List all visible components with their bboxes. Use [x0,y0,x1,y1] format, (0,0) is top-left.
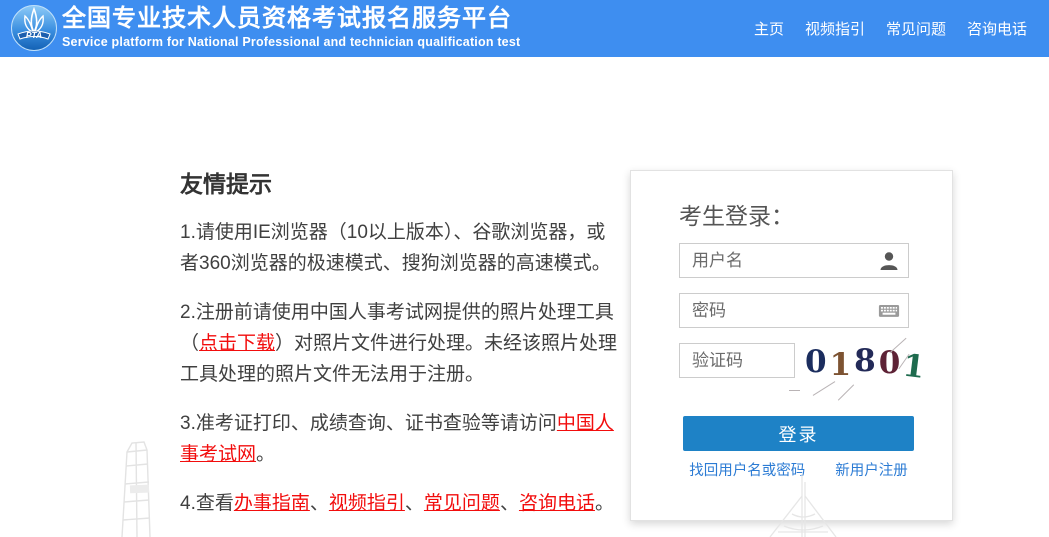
pta-logo-icon: PTA [10,4,58,52]
captcha-input[interactable] [679,343,795,378]
login-panel: 考生登录： 01801 [630,170,953,521]
nav-hotline[interactable]: 咨询电话 [967,18,1027,39]
building-watermark-icon [114,438,174,537]
tips-heading: 友情提示 [180,165,618,199]
page-title: 全国专业技术人员资格考试报名服务平台 [62,5,520,33]
username-field-row [679,243,909,278]
new-user-register-link[interactable]: 新用户注册 [835,459,908,480]
user-icon [878,250,900,271]
tip1-text: 1.请使用IE浏览器（10以上版本）、谷歌浏览器，或者360浏览器的极速模式、搜… [180,222,611,274]
forgot-credentials-link[interactable]: 找回用户名或密码 [689,459,805,480]
captcha-image[interactable]: 01801 [803,341,909,387]
video-guide-link[interactable]: 视频指引 [329,493,405,514]
friendly-tips-section: 友情提示 1.请使用IE浏览器（10以上版本）、谷歌浏览器，或者360浏览器的极… [180,165,618,537]
tip4-text-pre: 4.查看 [180,493,234,514]
keyboard-icon [878,300,900,321]
tip4-text-post: 。 [595,493,614,514]
tip-item-1: 1.请使用IE浏览器（10以上版本）、谷歌浏览器，或者360浏览器的极速模式、搜… [180,217,618,279]
page-subtitle: Service platform for National Profession… [62,35,520,49]
captcha-field-row [679,343,795,378]
tip-item-3: 3.准考证打印、成绩查询、证书查验等请访问中国人事考试网。 [180,408,618,470]
tip-item-2: 2.注册前请使用中国人事考试网提供的照片处理工具（点击下载）对照片文件进行处理。… [180,297,618,390]
download-photo-tool-link[interactable]: 点击下载 [199,333,275,354]
username-input[interactable] [679,243,909,278]
svg-text:PTA: PTA [26,30,42,40]
password-field-row [679,293,909,328]
nav-video-guide[interactable]: 视频指引 [805,18,865,39]
tip4-sep: 、 [310,493,329,514]
password-input[interactable] [679,293,909,328]
captcha-noise-line [838,384,854,400]
app-header: PTA 全国专业技术人员资格考试报名服务平台 Service platform … [0,0,1049,57]
nav-home[interactable]: 主页 [754,18,784,39]
main-nav: 主页 视频指引 常见问题 咨询电话 [754,0,1027,57]
captcha-digits: 01801 [805,342,928,382]
login-helper-links: 找回用户名或密码 新用户注册 [683,459,914,480]
tip4-sep: 、 [500,493,519,514]
tip3-text-post: 。 [256,444,275,465]
tip3-text-pre: 3.准考证打印、成绩查询、证书查验等请访问 [180,413,557,434]
login-button[interactable]: 登录 [683,416,914,451]
login-heading: 考生登录： [679,197,794,231]
tip-item-4: 4.查看办事指南、视频指引、常见问题、咨询电话。 [180,488,618,519]
captcha-noise-line [813,381,836,396]
header-titles: 全国专业技术人员资格考试报名服务平台 Service platform for … [62,5,520,49]
tip4-sep: 、 [405,493,424,514]
faq-link[interactable]: 常见问题 [424,493,500,514]
nav-faq[interactable]: 常见问题 [886,18,946,39]
service-guide-link[interactable]: 办事指南 [234,493,310,514]
hotline-link[interactable]: 咨询电话 [519,493,595,514]
captcha-noise-line [789,390,800,391]
